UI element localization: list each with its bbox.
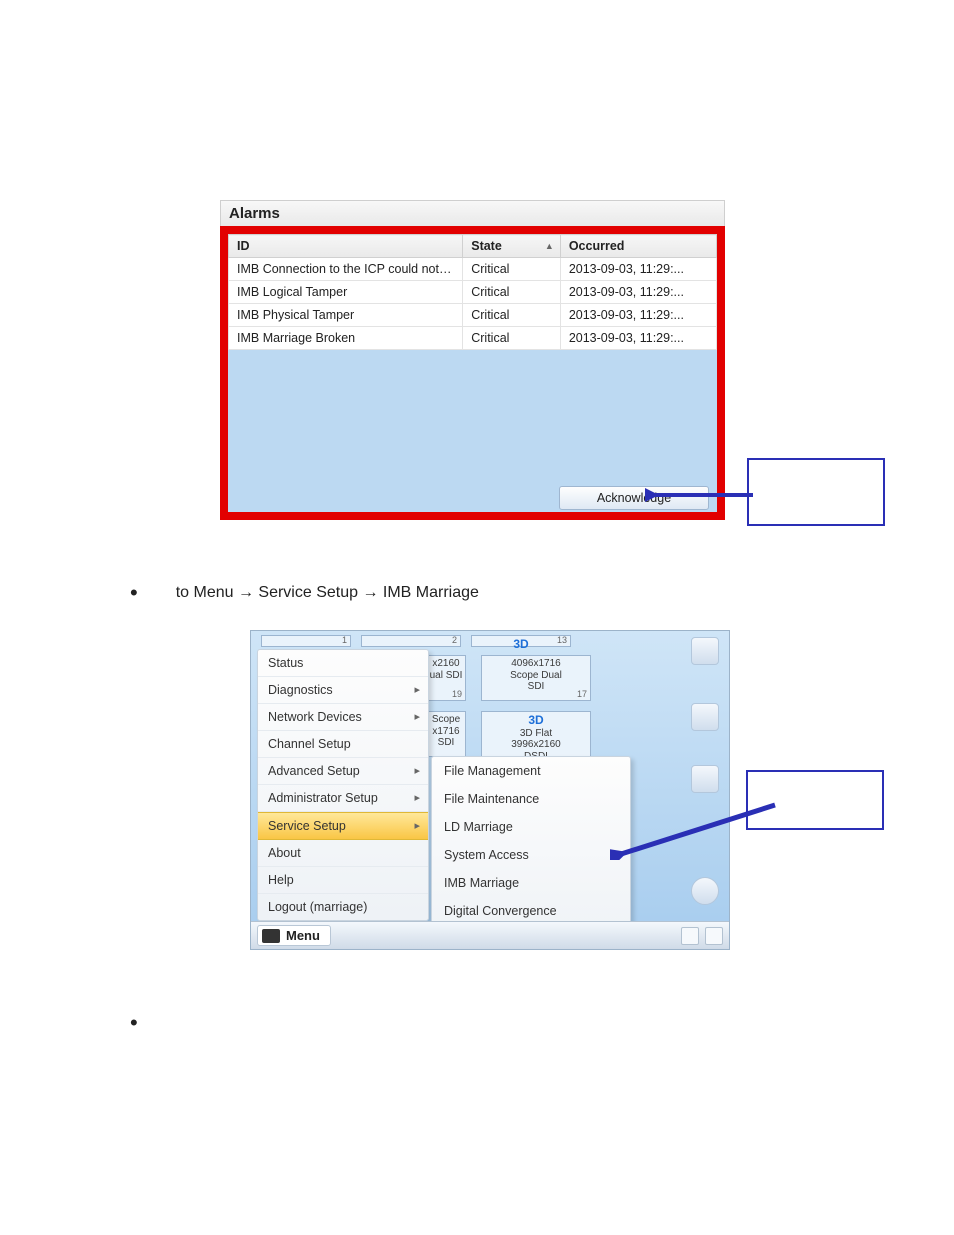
- submenu-item-file-maintenance[interactable]: File Maintenance: [432, 785, 630, 813]
- toolbar-icon[interactable]: [691, 877, 719, 905]
- menu-button-label: Menu: [286, 928, 320, 943]
- menu-item-logout[interactable]: Logout (marriage): [258, 894, 428, 920]
- preset-tile[interactable]: 3D13: [471, 635, 571, 647]
- cell-id: IMB Connection to the ICP could not be e…: [229, 258, 463, 281]
- submenu-item-file-management[interactable]: File Management: [432, 757, 630, 785]
- cell-occurred: 2013-09-03, 11:29:...: [560, 304, 716, 327]
- sort-asc-icon: ▲: [545, 241, 554, 251]
- alarms-panel: Alarms ID State▲ Occurred IMB Connection…: [220, 200, 725, 520]
- menu-item-service-setup[interactable]: Service Setup: [258, 812, 428, 840]
- tag-3d-icon: 3D: [528, 713, 543, 727]
- cell-state: Critical: [463, 281, 561, 304]
- menubar: Menu: [251, 921, 729, 949]
- cell-occurred: 2013-09-03, 11:29:...: [560, 327, 716, 350]
- tile-label: x2160 ual SDI: [430, 658, 463, 681]
- tile-label: 4096x1716 Scope Dual SDI: [510, 658, 562, 692]
- col-state[interactable]: State▲: [463, 235, 561, 258]
- tray-icon[interactable]: [681, 927, 699, 945]
- table-row[interactable]: IMB Connection to the ICP could not be e…: [229, 258, 717, 281]
- tile-number: 1: [342, 635, 347, 645]
- menu-screenshot: 1 2 3D13 x2160 ual SDI19 4096x1716 Scope…: [250, 630, 730, 950]
- preset-tile[interactable]: 2: [361, 635, 461, 647]
- step-text: to Menu → Service Setup → IMB Marriage: [130, 580, 894, 606]
- projector-icon: [262, 929, 280, 943]
- submenu-item-system-access[interactable]: System Access: [432, 841, 630, 869]
- callout-box: [747, 458, 885, 526]
- menu-item-status[interactable]: Status: [258, 650, 428, 677]
- tile-number: 13: [557, 635, 567, 645]
- submenu-item-imb-marriage[interactable]: IMB Marriage: [432, 869, 630, 897]
- tile-label: Scope x1716 SDI: [432, 714, 460, 748]
- preset-tile[interactable]: x2160 ual SDI 19: [426, 655, 466, 701]
- col-id[interactable]: ID: [229, 235, 463, 258]
- tile-number: 19: [452, 689, 462, 699]
- tag-3d-icon: 3D: [513, 637, 528, 651]
- col-occurred[interactable]: Occurred: [560, 235, 716, 258]
- cell-id: IMB Logical Tamper: [229, 281, 463, 304]
- preset-tile[interactable]: 1: [261, 635, 351, 647]
- empty-bullet: •: [130, 1010, 894, 1036]
- tile-number: 17: [577, 689, 587, 699]
- cell-id: IMB Physical Tamper: [229, 304, 463, 327]
- menu-item-channel-setup[interactable]: Channel Setup: [258, 731, 428, 758]
- cell-state: Critical: [463, 327, 561, 350]
- preset-tile[interactable]: 4096x1716 Scope Dual SDI 17: [481, 655, 591, 701]
- menu-item-about[interactable]: About: [258, 840, 428, 867]
- table-row[interactable]: IMB Logical Tamper Critical 2013-09-03, …: [229, 281, 717, 304]
- menu-item-advanced-setup[interactable]: Advanced Setup: [258, 758, 428, 785]
- alarms-empty-area: [228, 350, 717, 480]
- alarms-table: ID State▲ Occurred IMB Connection to the…: [228, 234, 717, 350]
- table-row[interactable]: IMB Physical Tamper Critical 2013-09-03,…: [229, 304, 717, 327]
- toolbar-icon[interactable]: [691, 637, 719, 665]
- submenu-item-ld-marriage[interactable]: LD Marriage: [432, 813, 630, 841]
- alarms-frame: ID State▲ Occurred IMB Connection to the…: [220, 226, 725, 520]
- preset-tile[interactable]: Scope x1716 SDI: [426, 711, 466, 757]
- cell-occurred: 2013-09-03, 11:29:...: [560, 258, 716, 281]
- toolbar-icon[interactable]: [691, 703, 719, 731]
- menu-button[interactable]: Menu: [257, 925, 331, 946]
- preset-tile[interactable]: 3D3D Flat 3996x2160 DSDI: [481, 711, 591, 757]
- tile-number: 2: [452, 635, 457, 645]
- table-row[interactable]: IMB Marriage Broken Critical 2013-09-03,…: [229, 327, 717, 350]
- acknowledge-button[interactable]: Acknowledge: [559, 486, 709, 510]
- main-menu: Status Diagnostics Network Devices Chann…: [257, 649, 429, 921]
- step-list: to Menu → Service Setup → IMB Marriage: [130, 580, 894, 606]
- cell-state: Critical: [463, 258, 561, 281]
- arrow-left-icon: [610, 800, 780, 860]
- toolbar-icon[interactable]: [691, 765, 719, 793]
- menu-item-diagnostics[interactable]: Diagnostics: [258, 677, 428, 704]
- menu-item-help[interactable]: Help: [258, 867, 428, 894]
- alarms-title: Alarms: [220, 200, 725, 226]
- cell-state: Critical: [463, 304, 561, 327]
- cell-occurred: 2013-09-03, 11:29:...: [560, 281, 716, 304]
- menu-item-network-devices[interactable]: Network Devices: [258, 704, 428, 731]
- menu-item-administrator-setup[interactable]: Administrator Setup: [258, 785, 428, 812]
- cell-id: IMB Marriage Broken: [229, 327, 463, 350]
- tray-icon[interactable]: [705, 927, 723, 945]
